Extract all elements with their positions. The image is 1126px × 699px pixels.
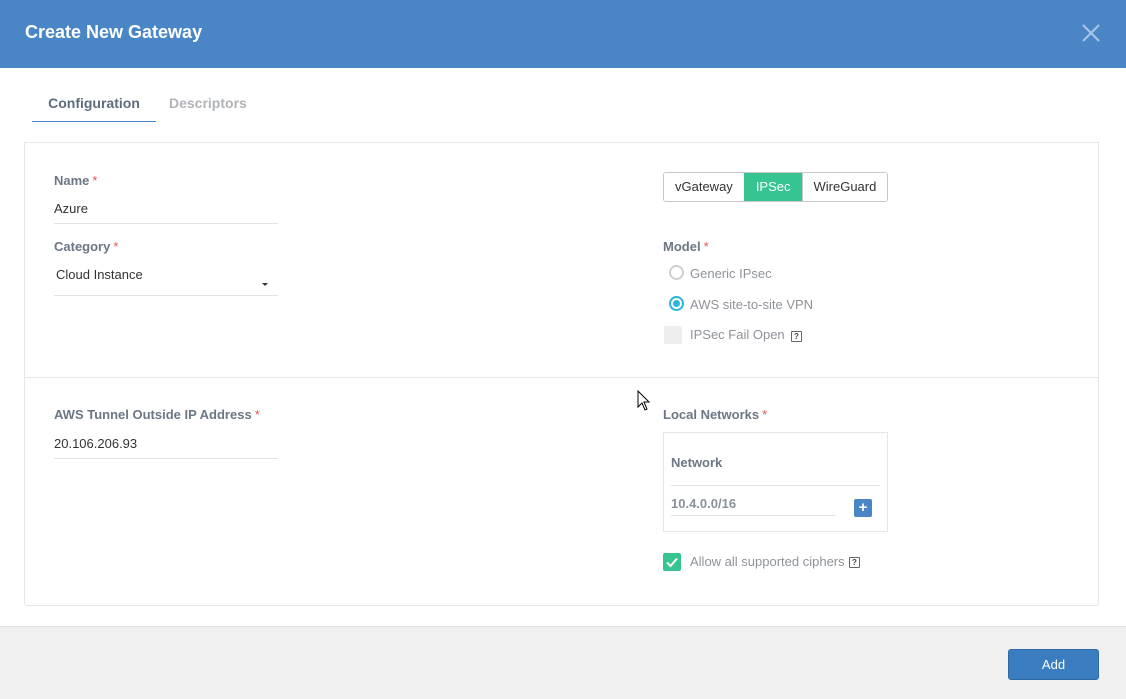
help-icon[interactable]: ? [849,557,860,568]
gateway-type-wireguard[interactable]: WireGuard [801,173,888,201]
category-select[interactable]: Cloud Instance [56,267,143,282]
aws-tunnel-ip-label: AWS Tunnel Outside IP Address * [54,407,260,422]
gateway-type-vgateway[interactable]: vGateway [664,173,744,201]
modal-title: Create New Gateway [25,22,203,42]
tab-configuration[interactable]: Configuration [32,86,156,122]
network-header-divider [671,485,880,486]
aws-tunnel-ip-input[interactable]: 20.106.206.93 [54,436,137,451]
category-select-underline [54,295,278,296]
gateway-type-ipsec[interactable]: IPSec [743,173,802,201]
name-label: Name * [54,173,98,188]
modal-header: Create New Gateway [0,0,1126,68]
model-option-generic-ipsec-label: Generic IPsec [690,266,772,281]
category-label: Category * [54,239,119,254]
close-icon[interactable] [1080,22,1102,44]
ipsec-fail-open-checkbox[interactable] [664,326,682,344]
add-button[interactable]: Add [1008,649,1099,680]
plus-icon[interactable]: + [854,499,872,517]
network-row-input[interactable]: 10.4.0.0/16 [671,496,736,511]
mouse-cursor-icon [637,389,651,412]
network-column-header: Network [671,455,723,470]
tab-descriptors[interactable]: Descriptors [169,86,247,122]
model-option-aws-vpn-label: AWS site-to-site VPN [690,297,814,312]
name-input-underline [54,223,278,224]
aws-tunnel-ip-underline [54,458,278,459]
name-input[interactable]: Azure [54,201,88,216]
network-row-underline [671,515,836,516]
model-label: Model * [663,239,709,254]
local-networks-table [663,432,888,532]
local-networks-label: Local Networks * [663,407,768,422]
allow-ciphers-label: Allow all supported ciphers [690,554,845,569]
gateway-type-toggle: vGateway IPSec WireGuard [663,172,889,202]
ipsec-fail-open-label: IPSec Fail Open [690,327,785,342]
modal-footer [0,626,1126,699]
caret-down-icon[interactable] [261,274,269,286]
help-icon[interactable]: ? [791,331,802,342]
check-icon [666,557,678,568]
general-settings-card [24,142,1099,378]
allow-ciphers-checkbox[interactable] [663,553,681,571]
model-radio-aws-vpn[interactable] [669,296,684,311]
model-radio-generic-ipsec[interactable] [669,265,684,280]
